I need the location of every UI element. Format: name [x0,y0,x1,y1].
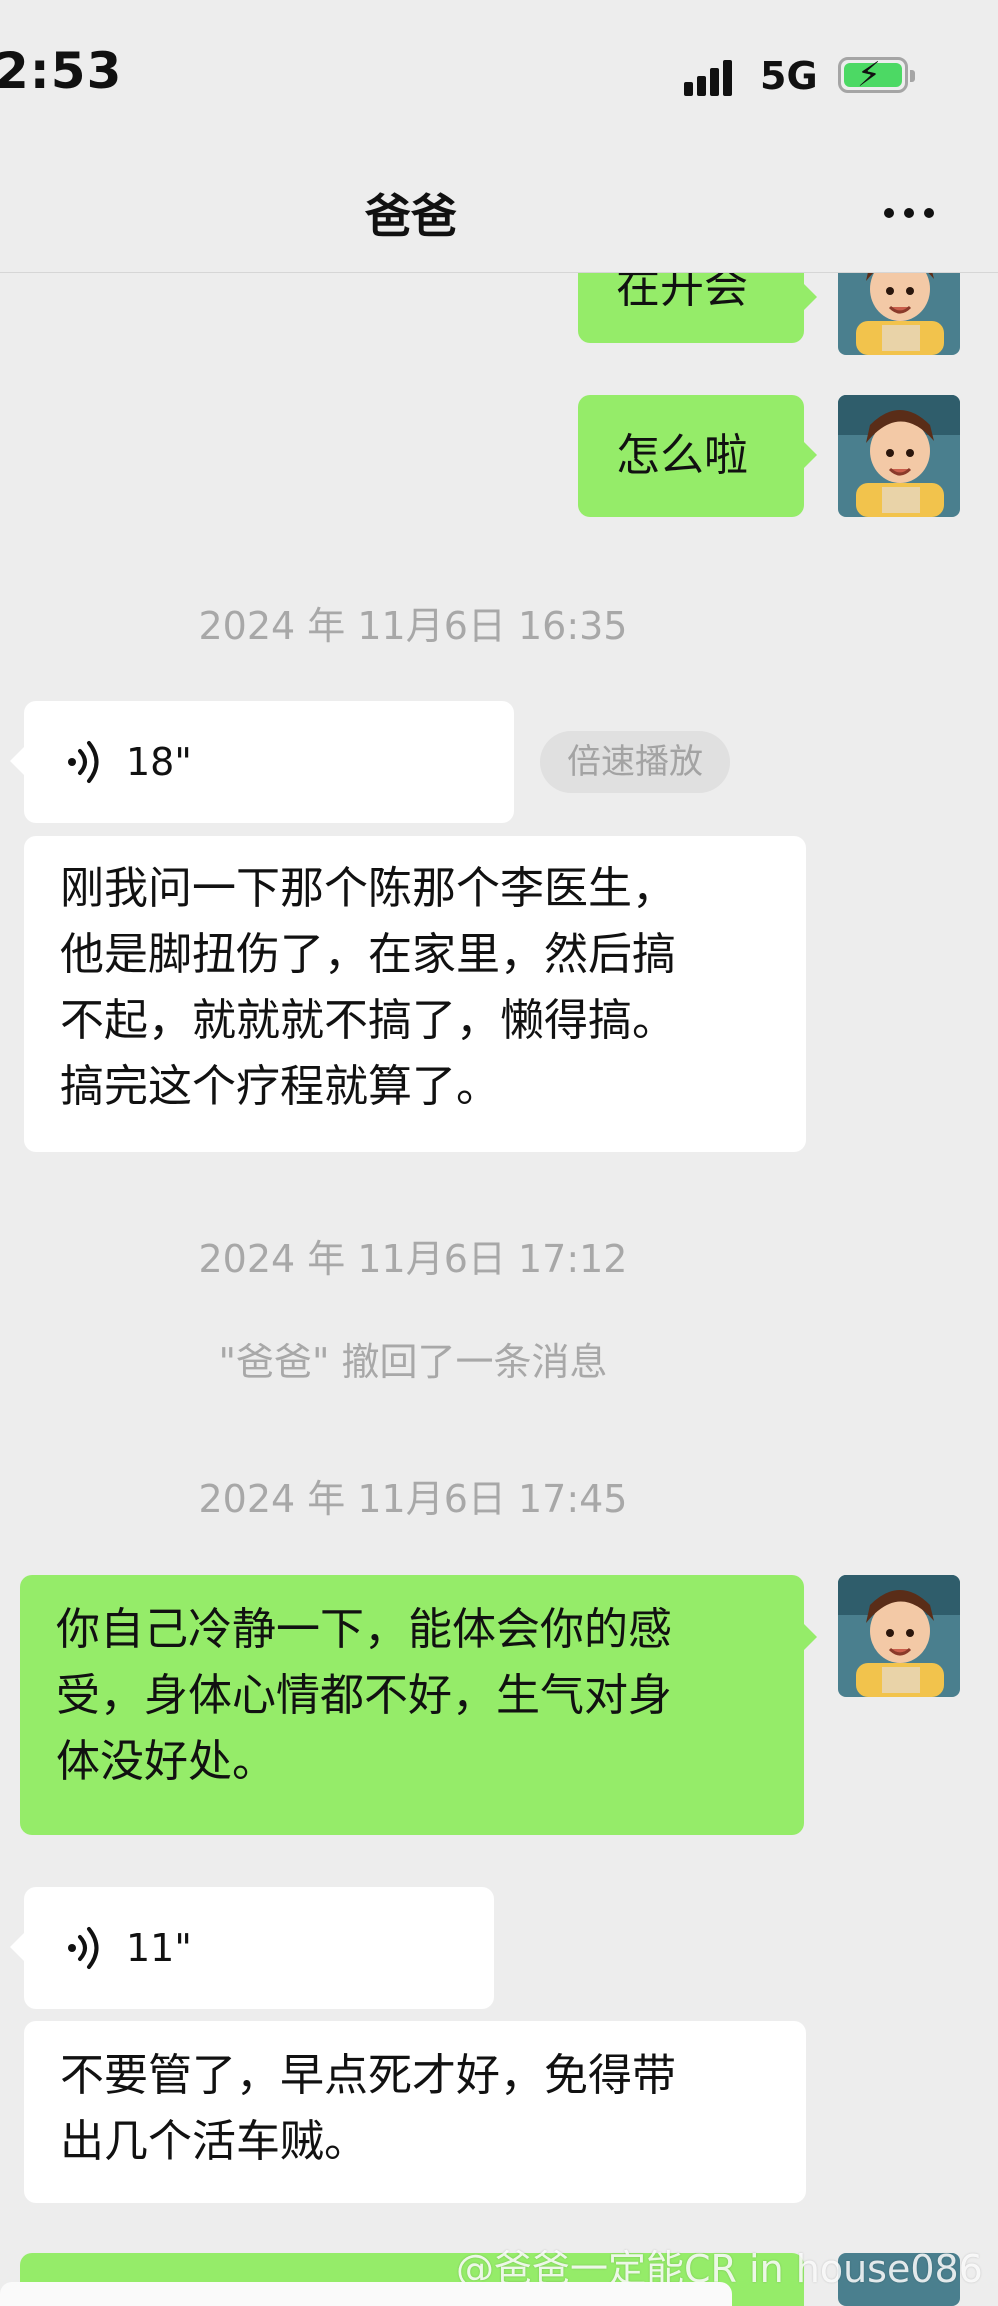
message-line: 你自己冷静一下，能体会你的感 [56,1604,672,1655]
user-avatar[interactable] [838,395,960,517]
more-dots-icon[interactable] [884,202,944,222]
status-bar: 2:53 5G ⚡ [0,0,998,150]
transcript-line: 他是脚扭伤了，在家里，然后搞 [60,929,676,980]
message-text: 在开会 [616,273,748,313]
voice-transcript[interactable]: 不要管了，早点死才好，免得带 出几个活车贼。 [24,2021,806,2203]
transcript-line: 搞完这个疗程就算了。 [60,1061,500,1112]
recall-notice: "爸爸" 撤回了一条消息 [218,1340,608,1384]
timestamp: 2024 年 11月6日 17:45 [198,1477,628,1521]
user-avatar[interactable] [838,273,960,355]
message-bubble-mine[interactable]: 怎么啦 [578,395,804,517]
timestamp: 2024 年 11月6日 16:35 [198,604,628,648]
voice-wave-icon [68,741,99,783]
transcript-line: 不起，就就就不搞了，懒得搞。 [60,995,676,1046]
message-line: 受，身体心情都不好，生气对身 [56,1670,672,1721]
transcript-line: 出几个活车贼。 [60,2116,368,2167]
message-bubble-mine[interactable]: 你自己冷静一下，能体会你的感 受，身体心情都不好，生气对身 体没好处。 [20,1575,804,1835]
message-bubble-mine[interactable]: 在开会 [578,273,804,343]
user-avatar[interactable] [838,1575,960,1697]
network-type: 5G [760,54,818,98]
speed-play-button[interactable]: 倍速播放 [540,731,730,793]
signal-strength-icon [684,56,744,96]
voice-duration: 11" [126,1926,192,1970]
chat-area[interactable]: 在开会 怎么啦 2024 年 11月6日 16:35 18" 倍速播放 刚我问一… [0,273,998,2306]
message-text: 怎么啦 [616,430,748,481]
transcript-line: 刚我问一下那个陈那个李医生， [60,863,676,914]
status-time: 2:53 [0,42,123,100]
voice-transcript[interactable]: 刚我问一下那个陈那个李医生， 他是脚扭伤了，在家里，然后搞 不起，就就就不搞了，… [24,836,806,1152]
message-line: 体没好处。 [56,1736,276,1787]
input-bar[interactable] [0,2282,732,2306]
timestamp: 2024 年 11月6日 17:12 [198,1237,628,1281]
chat-title: 爸爸 [365,189,457,243]
transcript-line: 不要管了，早点死才好，免得带 [60,2050,676,2101]
voice-message[interactable]: 11" [24,1887,494,2009]
voice-wave-icon [68,1927,99,1969]
voice-duration: 18" [126,740,192,784]
chat-header: 爸爸 [0,150,998,273]
battery-icon: ⚡ [838,56,915,94]
voice-message[interactable]: 18" [24,701,514,823]
